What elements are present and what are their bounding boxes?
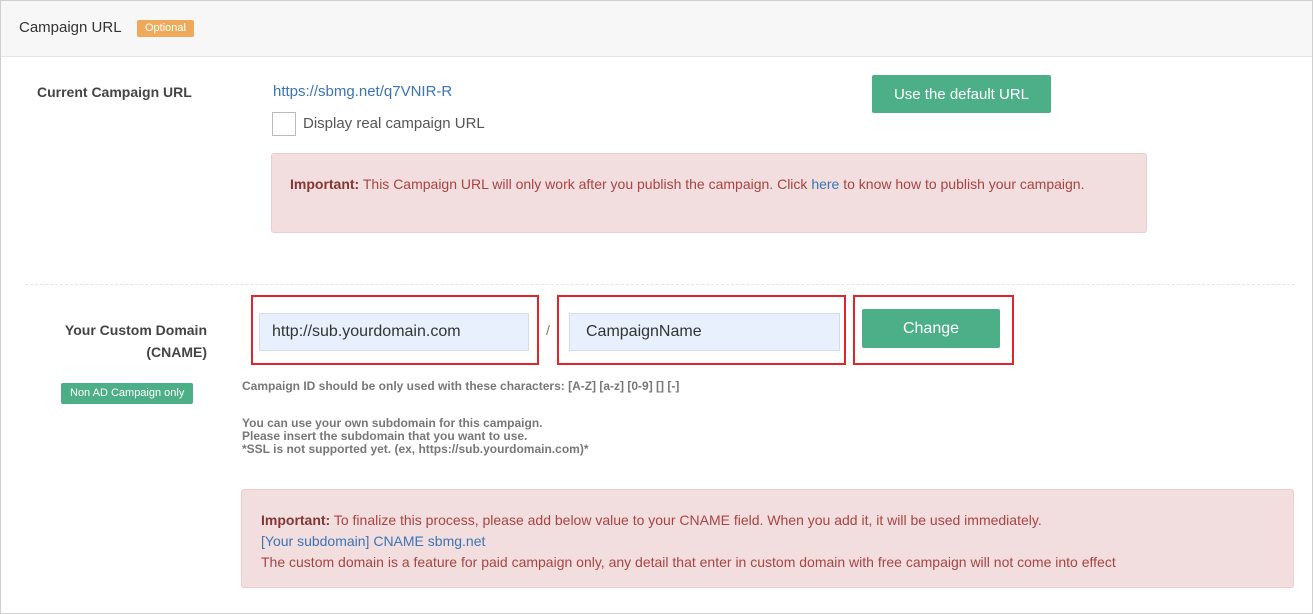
panel-header: Campaign URL Optional (1, 1, 1312, 57)
optional-badge: Optional (137, 20, 194, 37)
campaign-name-input[interactable] (569, 313, 840, 351)
non-ad-campaign-badge: Non AD Campaign only (61, 383, 194, 404)
cname-alert-line1: Important: To finalize this process, ple… (261, 510, 1274, 531)
note-line: *SSL is not supported yet. (ex, https://… (242, 442, 589, 456)
cname-value-line: [Your subdomain] CNAME sbmg.net (261, 533, 486, 549)
cname-alert-strong: Important: (261, 512, 331, 528)
campaign-url-link[interactable]: https://sbmg.net/q7VNIR-R (273, 83, 452, 100)
publish-important-alert: Important: This Campaign URL will only w… (271, 153, 1147, 233)
alert-text-before: This Campaign URL will only work after y… (359, 176, 812, 192)
paid-campaign-note: The custom domain is a feature for paid … (261, 554, 1116, 570)
display-real-url-label: Display real campaign URL (303, 115, 485, 132)
section-divider (25, 284, 1295, 285)
alert-strong: Important: (290, 176, 360, 192)
subdomain-note: You can use your own subdomain for this … (242, 417, 588, 456)
current-campaign-url-label: Current Campaign URL (37, 84, 192, 100)
url-separator: / (546, 322, 550, 338)
cname-alert-text: To finalize this process, please add bel… (330, 512, 1042, 528)
custom-domain-label: Your Custom Domain (CNAME) (41, 319, 207, 363)
change-button[interactable]: Change (862, 309, 1000, 348)
custom-domain-label-line2: (CNAME) (146, 344, 207, 360)
custom-domain-input[interactable] (259, 313, 529, 351)
display-real-url-checkbox[interactable] (272, 112, 296, 136)
publish-help-link[interactable]: here (811, 176, 839, 192)
custom-domain-label-line1: Your Custom Domain (64, 322, 207, 338)
alert-text-after: to know how to publish your campaign. (839, 176, 1085, 192)
cname-important-alert: Important: To finalize this process, ple… (241, 489, 1294, 588)
panel-title: Campaign URL (19, 19, 122, 36)
campaign-id-charset-hint: Campaign ID should be only used with the… (242, 379, 680, 393)
campaign-url-panel: Campaign URL Optional Current Campaign U… (0, 0, 1313, 614)
use-default-url-button[interactable]: Use the default URL (872, 75, 1051, 113)
